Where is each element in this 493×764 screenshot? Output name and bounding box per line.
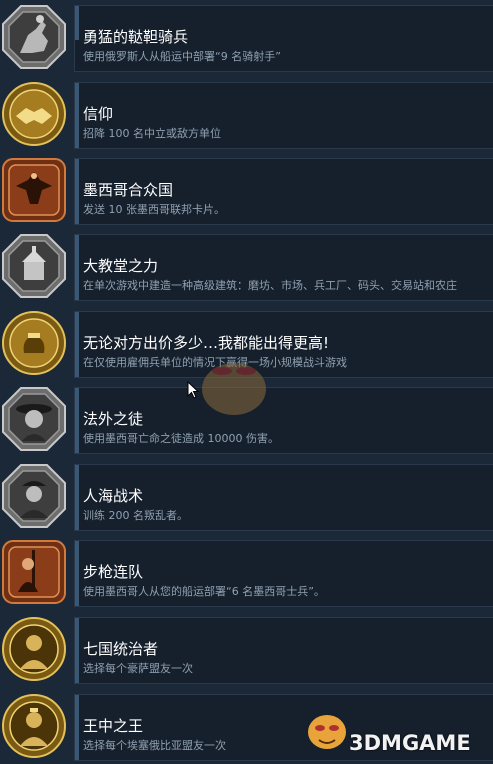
achievement-title: 无论对方出价多少…我都能出得更高! (83, 334, 330, 352)
achievement-panel: 墨西哥合众国 发送 10 张墨西哥联邦卡片。 (74, 158, 493, 225)
progress-indicator (75, 159, 79, 224)
achievement-row[interactable]: 墨西哥合众国 发送 10 张墨西哥联邦卡片。 (0, 153, 493, 228)
achievement-title: 大教堂之力 (83, 257, 159, 275)
achievement-title: 信仰 (83, 105, 114, 123)
achievement-row[interactable]: 勇猛的鞑靼骑兵 使用俄罗斯人从船运中部署“9 名骑射手” (0, 0, 493, 75)
achievement-panel: 勇猛的鞑靼骑兵 使用俄罗斯人从船运中部署“9 名骑射手” (74, 5, 493, 72)
achievement-panel: 信仰 招降 100 名中立或敌方单位 (74, 82, 493, 149)
achievement-description: 使用墨西哥人从您的船运部署“6 名墨西哥士兵”。 (83, 585, 325, 598)
progress-indicator (75, 235, 79, 300)
achievement-description: 使用墨西哥亡命之徒造成 10000 伤害。 (83, 432, 279, 445)
progress-indicator (75, 541, 79, 606)
achievement-panel: 法外之徒 使用墨西哥亡命之徒造成 10000 伤害。 (74, 387, 493, 454)
achievement-badge (1, 386, 67, 452)
cathedral-icon (2, 234, 66, 298)
progress-indicator (75, 83, 79, 148)
money-bag-icon (2, 311, 66, 375)
queen-portrait-icon (2, 617, 66, 681)
watermark-mascot-icon (308, 715, 346, 749)
achievement-row[interactable]: 七国统治者 选择每个豪萨盟友一次 (0, 612, 493, 687)
achievement-badge (1, 233, 67, 299)
achievement-panel: 人海战术 训练 200 名叛乱者。 (74, 464, 493, 531)
eagle-icon (2, 158, 66, 222)
achievement-row[interactable]: 大教堂之力 在单次游戏中建造一种高级建筑：磨坊、市场、兵工厂、码头、交易站和农庄 (0, 229, 493, 304)
achievement-description: 在仅使用雇佣兵单位的情况下赢得一场小规模战斗游戏 (83, 356, 347, 369)
achievement-title: 七国统治者 (83, 640, 159, 658)
rifleman-icon (2, 540, 66, 604)
achievement-badge (1, 693, 67, 759)
progress-indicator (75, 388, 79, 453)
mascot-watermark-icon (202, 363, 266, 415)
progress-indicator (75, 465, 79, 530)
achievement-description: 在单次游戏中建造一种高级建筑：磨坊、市场、兵工厂、码头、交易站和农庄 (83, 279, 457, 292)
achievement-panel: 大教堂之力 在单次游戏中建造一种高级建筑：磨坊、市场、兵工厂、码头、交易站和农庄 (74, 234, 493, 301)
achievement-title: 法外之徒 (83, 410, 144, 428)
achievement-badge (1, 4, 67, 70)
achievement-panel: 步枪连队 使用墨西哥人从您的船运部署“6 名墨西哥士兵”。 (74, 540, 493, 607)
king-portrait-icon (2, 694, 66, 758)
achievement-badge (1, 81, 67, 147)
progress-indicator (75, 6, 79, 40)
achievement-title: 勇猛的鞑靼骑兵 (83, 28, 189, 46)
mouse-cursor-icon (187, 381, 199, 399)
achievement-panel: 无论对方出价多少…我都能出得更高! 在仅使用雇佣兵单位的情况下赢得一场小规模战斗… (74, 311, 493, 378)
progress-indicator (75, 618, 79, 683)
achievement-description: 选择每个豪萨盟友一次 (83, 662, 193, 675)
achievement-title: 墨西哥合众国 (83, 181, 174, 199)
achievement-badge (1, 616, 67, 682)
progress-indicator (75, 695, 79, 760)
achievement-badge (1, 157, 67, 223)
achievement-description: 训练 200 名叛乱者。 (83, 509, 188, 522)
achievement-description: 使用俄罗斯人从船运中部署“9 名骑射手” (83, 50, 281, 63)
achievement-row[interactable]: 步枪连队 使用墨西哥人从您的船运部署“6 名墨西哥士兵”。 (0, 535, 493, 610)
achievement-title: 人海战术 (83, 487, 144, 505)
achievement-badge (1, 463, 67, 529)
achievement-title: 步枪连队 (83, 563, 144, 581)
watermark-text: 3DMGAME (349, 731, 471, 755)
outlaw-icon (2, 387, 66, 451)
achievement-panel: 七国统治者 选择每个豪萨盟友一次 (74, 617, 493, 684)
handshake-icon (2, 82, 66, 146)
cossack-rider-icon (2, 5, 66, 69)
achievement-description: 发送 10 张墨西哥联邦卡片。 (83, 203, 225, 216)
achievement-row[interactable]: 信仰 招降 100 名中立或敌方单位 (0, 77, 493, 152)
progress-indicator (75, 312, 79, 377)
achievement-description: 招降 100 名中立或敌方单位 (83, 127, 221, 140)
rebel-icon (2, 464, 66, 528)
achievement-badge (1, 310, 67, 376)
achievement-badge (1, 539, 67, 605)
achievement-row[interactable]: 人海战术 训练 200 名叛乱者。 (0, 459, 493, 534)
